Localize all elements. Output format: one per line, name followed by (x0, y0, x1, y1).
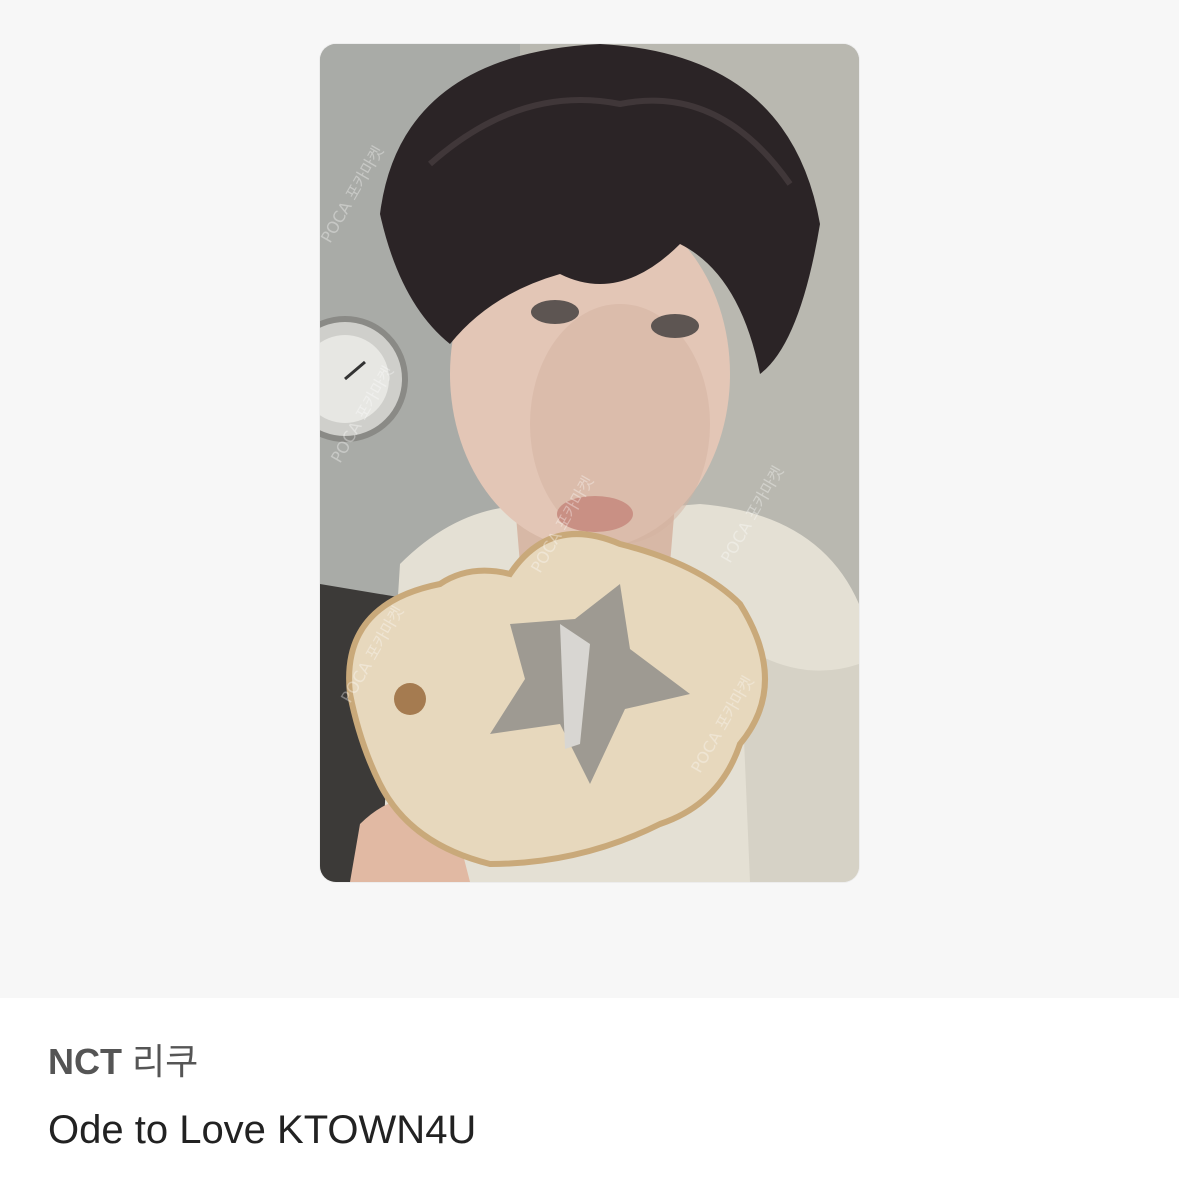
artist-name: NCT (48, 1041, 122, 1082)
photocard-image[interactable]: POCA 포카마켓 POCA 포카마켓 POCA 포카마켓 POCA 포카마켓 … (320, 44, 859, 882)
photocard-illustration: POCA 포카마켓 POCA 포카마켓 POCA 포카마켓 POCA 포카마켓 … (320, 44, 859, 882)
product-info: NCT 리쿠 Ode to Love KTOWN4U (48, 1040, 1131, 1154)
product-title: Ode to Love KTOWN4U (48, 1108, 477, 1152)
product-image-area: POCA 포카마켓 POCA 포카마켓 POCA 포카마켓 POCA 포카마켓 … (0, 0, 1179, 998)
product-title-row: NCT 리쿠 (48, 1040, 1131, 1084)
member-name: 리쿠 (132, 1041, 199, 1082)
